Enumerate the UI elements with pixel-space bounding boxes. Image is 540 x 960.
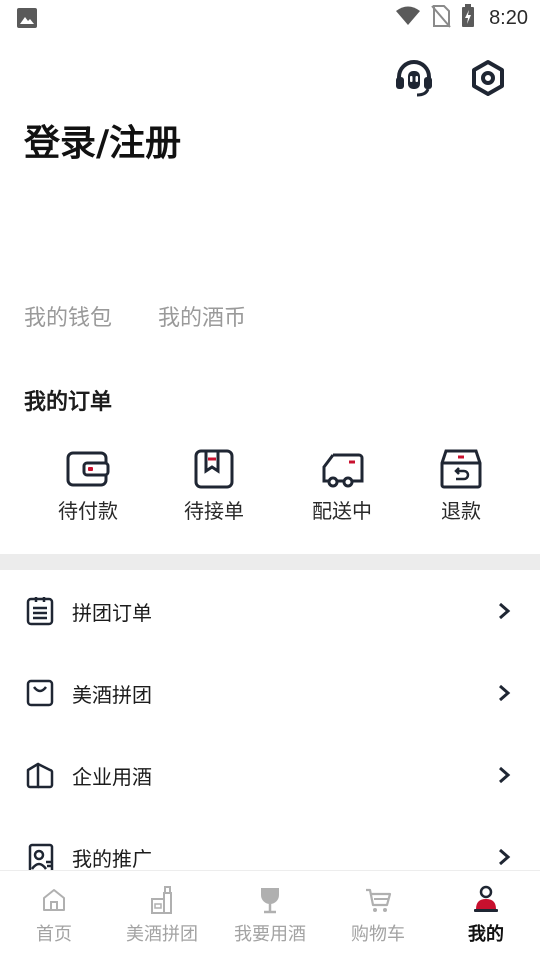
tab-label: 我的 xyxy=(468,924,504,945)
truck-icon xyxy=(287,448,397,490)
bottom-tab-bar: 首页 美酒拼团 我要用酒 购物车 我的 xyxy=(0,870,540,960)
menu-item-label: 企业用酒 xyxy=(72,764,152,789)
chevron-right-icon xyxy=(499,766,511,784)
order-refund[interactable]: 退款 xyxy=(406,448,516,524)
order-item-label: 配送中 xyxy=(312,499,372,523)
order-item-label: 待接单 xyxy=(184,499,244,523)
menu-item-enterprise[interactable]: 企业用酒 xyxy=(0,734,540,816)
order-status-grid: 待付款 待接单 配送中 退款 xyxy=(0,448,540,524)
status-bar: 8:20 xyxy=(0,0,540,36)
promo-icon xyxy=(24,841,56,873)
tab-label: 购物车 xyxy=(351,924,405,945)
cart-icon xyxy=(363,885,393,915)
bag-icon xyxy=(24,677,56,709)
wine-glass-icon xyxy=(255,885,285,915)
chevron-right-icon xyxy=(499,602,511,620)
bottle-icon xyxy=(147,885,177,915)
building-icon xyxy=(24,759,56,791)
chevron-right-icon xyxy=(499,848,511,866)
home-icon xyxy=(39,885,69,915)
list-icon xyxy=(24,595,56,627)
tab-label: 美酒拼团 xyxy=(126,924,198,945)
menu-item-label: 美酒拼团 xyxy=(72,682,152,707)
tab-label: 我要用酒 xyxy=(234,924,306,945)
my-wallet-link[interactable]: 我的钱包 xyxy=(24,300,112,332)
tab-cart[interactable]: 购物车 xyxy=(324,871,432,960)
order-pending-accept[interactable]: 待接单 xyxy=(159,448,269,524)
menu-item-label: 我的推广 xyxy=(72,846,152,871)
wallet-icon xyxy=(33,448,143,490)
profile-icon xyxy=(471,885,501,915)
login-register-title[interactable]: 登录/注册 xyxy=(24,114,181,166)
chevron-right-icon xyxy=(499,684,511,702)
refund-box-icon xyxy=(406,448,516,490)
gallery-notification-icon xyxy=(16,7,38,33)
order-item-label: 待付款 xyxy=(58,499,118,523)
order-pending-payment[interactable]: 待付款 xyxy=(33,448,143,524)
section-divider xyxy=(0,554,540,570)
order-item-label: 退款 xyxy=(441,499,481,523)
tab-group-buy[interactable]: 美酒拼团 xyxy=(108,871,216,960)
tab-home[interactable]: 首页 xyxy=(0,871,108,960)
my-coin-link[interactable]: 我的酒币 xyxy=(158,300,246,332)
menu-list: 拼团订单 美酒拼团 企业用酒 我的推广 xyxy=(0,570,540,898)
battery-charging-icon xyxy=(461,4,475,32)
order-delivering[interactable]: 配送中 xyxy=(287,448,397,524)
menu-item-group-buy[interactable]: 美酒拼团 xyxy=(0,652,540,734)
status-time: 8:20 xyxy=(489,6,528,29)
menu-item-group-orders[interactable]: 拼团订单 xyxy=(0,570,540,652)
bookmark-book-icon xyxy=(159,448,269,490)
no-sim-icon xyxy=(431,4,451,32)
wifi-icon xyxy=(395,5,421,31)
customer-service-icon[interactable] xyxy=(392,56,436,100)
menu-item-label: 拼团订单 xyxy=(72,600,152,625)
tab-need-wine[interactable]: 我要用酒 xyxy=(216,871,324,960)
settings-icon[interactable] xyxy=(466,56,510,100)
tab-label: 首页 xyxy=(36,924,72,945)
my-orders-title: 我的订单 xyxy=(24,390,113,415)
tab-mine[interactable]: 我的 xyxy=(432,871,540,960)
